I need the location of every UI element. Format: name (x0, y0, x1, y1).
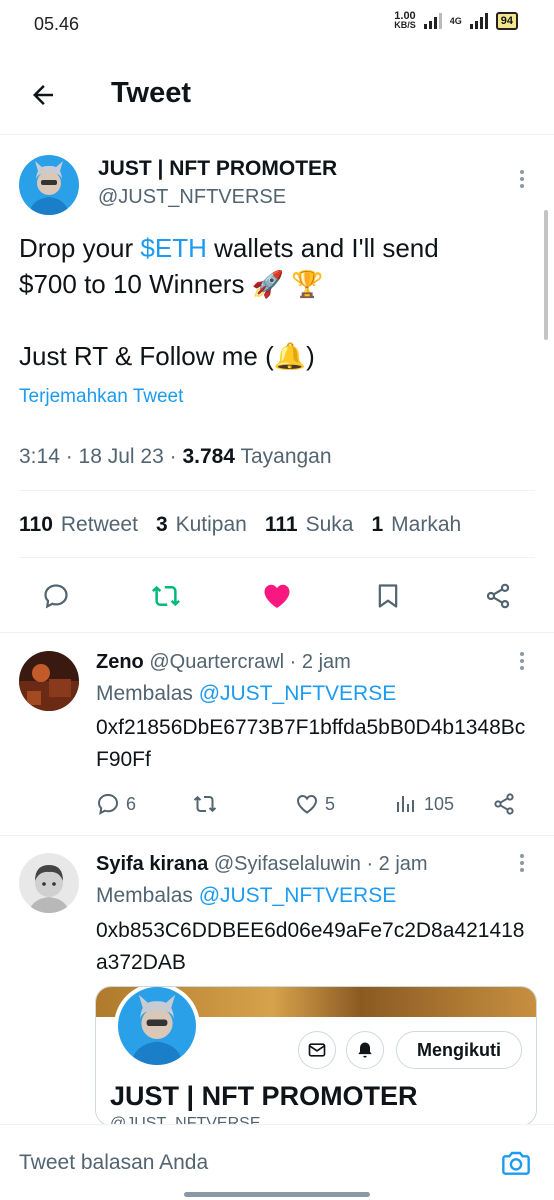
reply-input[interactable]: Tweet balasan Anda (19, 1151, 208, 1175)
battery-icon: 94 (495, 12, 518, 30)
share-icon (494, 793, 514, 815)
status-icons: 1.00 KB/S 4G 94 (394, 10, 518, 30)
back-arrow-icon[interactable] (28, 80, 58, 110)
camera-icon[interactable] (500, 1147, 532, 1179)
page-title: Tweet (111, 77, 192, 109)
meta-divider (19, 490, 535, 491)
message-icon (298, 1031, 336, 1069)
more-options-icon[interactable] (519, 854, 525, 875)
stat-quotes[interactable]: 3 Kutipan (156, 513, 247, 537)
status-time: 05.46 (34, 14, 80, 34)
retweet-icon (193, 795, 217, 813)
network-type: 4G (449, 16, 462, 26)
top-app-bar: Tweet (0, 60, 554, 132)
reply-avatar[interactable] (19, 651, 79, 711)
share-button[interactable] (492, 789, 516, 819)
replying-to: Membalas @JUST_NFTVERSE (96, 884, 397, 907)
author-avatar[interactable] (19, 155, 79, 215)
tweet-actions (0, 576, 554, 616)
cell-signal-icon (469, 13, 488, 29)
like-icon[interactable] (257, 576, 297, 616)
mention-link[interactable]: @JUST_NFTVERSE (199, 682, 397, 705)
stat-likes[interactable]: 111 Suka (265, 513, 354, 537)
replying-to: Membalas @JUST_NFTVERSE (96, 682, 397, 705)
home-indicator[interactable] (184, 1192, 370, 1197)
reply-text: 0xf21856DbE6773B7F1bffda5bB0D4b1348BcF90… (96, 716, 526, 771)
heart-icon (296, 794, 318, 814)
reply-divider (0, 835, 554, 836)
reply-author[interactable]: Zeno @Quartercrawl · 2 jam (96, 651, 351, 674)
notification-bell-icon (346, 1031, 384, 1069)
reply-icon[interactable] (36, 576, 76, 616)
cashtag-link[interactable]: $ETH (140, 233, 206, 263)
tweet-stats: 110 Retweet 3 Kutipan 111 Suka 1 Markah (19, 513, 461, 537)
share-icon[interactable] (478, 576, 518, 616)
reply-icon (97, 793, 119, 815)
status-bar: 05.46 1.00 KB/S 4G 94 (0, 0, 554, 50)
reply-avatar[interactable] (19, 853, 79, 913)
retweet-icon[interactable] (146, 576, 186, 616)
reply-composer: Tweet balasan Anda (0, 1124, 554, 1200)
author-name[interactable]: JUST | NFT PROMOTER (98, 157, 337, 181)
analytics-icon (397, 796, 414, 812)
views-count: 3.784 (182, 445, 235, 468)
stats-divider (19, 557, 535, 558)
author-handle[interactable]: @JUST_NFTVERSE (98, 186, 286, 209)
scrollbar[interactable] (544, 210, 548, 340)
following-button: Mengikuti (396, 1031, 522, 1069)
reply-actions: 6 5 105 (0, 789, 554, 819)
reply-text: 0xb853C6DDBEE6d06e49aFe7c2D8a421418a372D… (96, 919, 525, 974)
reply-author[interactable]: Syifa kirana @Syifaselaluwin · 2 jam (96, 853, 428, 876)
wifi-signal-icon (423, 13, 442, 29)
tweet-metadata: 3:14 · 18 Jul 23 · 3.784 Tayangan (19, 445, 332, 468)
like-button[interactable]: 5 (295, 789, 335, 819)
views-button[interactable]: 105 (394, 789, 454, 819)
more-options-icon[interactable] (519, 652, 525, 673)
network-speed: 1.00 KB/S (394, 10, 416, 30)
stat-retweets[interactable]: 110 Retweet (19, 513, 138, 537)
profile-name: JUST | NFT PROMOTER (110, 1081, 418, 1111)
attached-profile-screenshot[interactable]: Mengikuti JUST | NFT PROMOTER @JUST_NFTV… (95, 986, 537, 1126)
mention-link[interactable]: @JUST_NFTVERSE (199, 884, 397, 907)
more-options-icon[interactable] (519, 170, 525, 191)
bookmark-icon[interactable] (368, 576, 408, 616)
retweet-button[interactable] (193, 789, 217, 819)
actions-divider (0, 632, 554, 633)
profile-avatar (114, 987, 200, 1069)
translate-tweet-link[interactable]: Terjemahkan Tweet (19, 386, 183, 408)
stat-bookmarks[interactable]: 1 Markah (371, 513, 461, 537)
tweet-text: Drop your $ETH wallets and I'll send $70… (19, 233, 439, 371)
reply-button[interactable]: 6 (96, 789, 136, 819)
header-divider (0, 134, 554, 135)
